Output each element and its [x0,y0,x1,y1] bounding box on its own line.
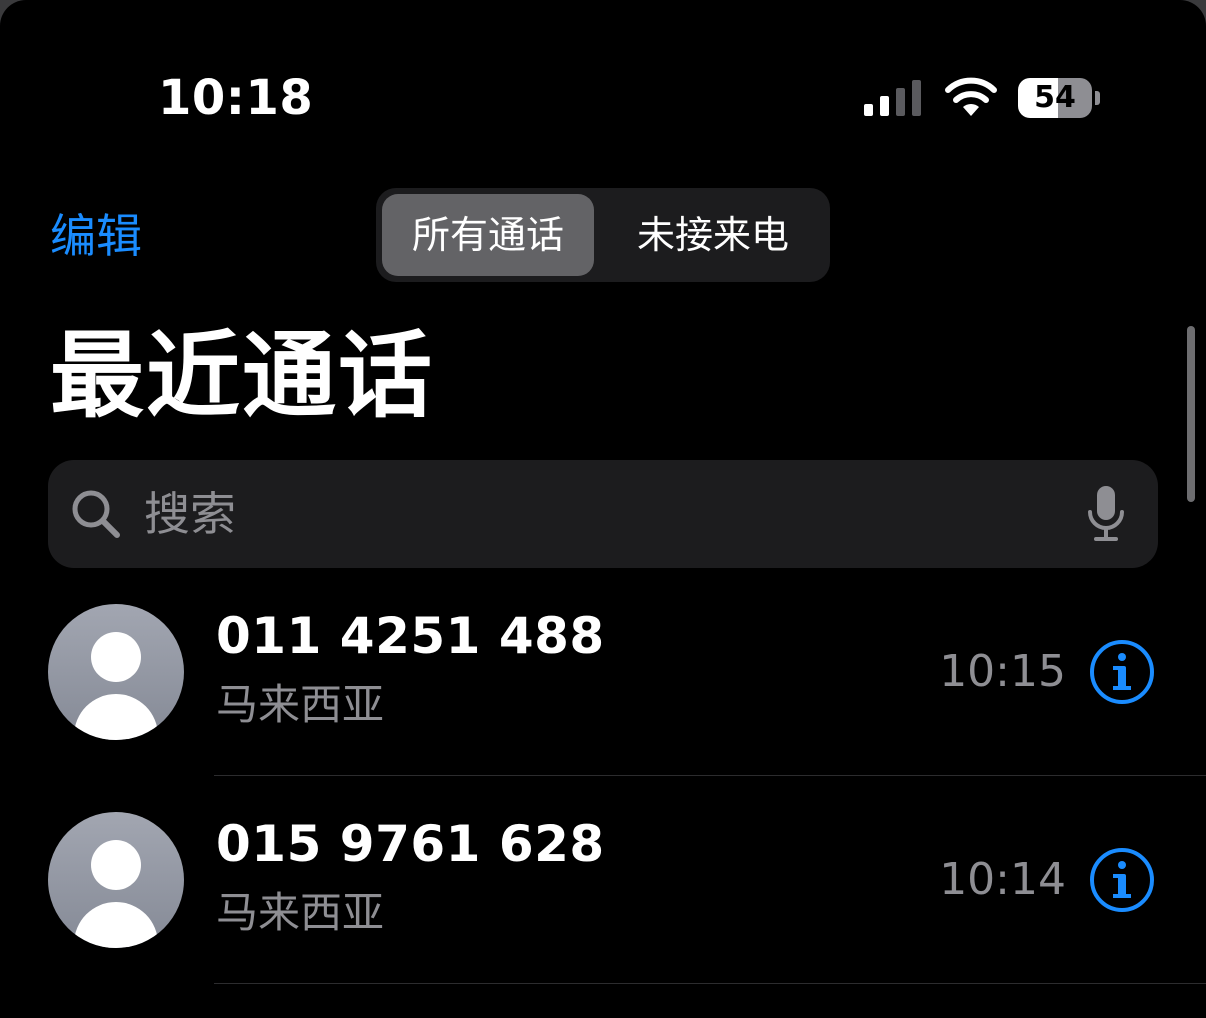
segment-missed-calls[interactable]: 未接来电 [602,194,824,276]
search-icon [72,490,120,538]
battery-level: 54 [1034,80,1076,115]
info-icon[interactable] [1088,638,1156,706]
row-divider [214,983,1206,984]
page-title: 最近通话 [50,322,435,431]
person-avatar-icon [48,604,184,740]
row-divider [214,775,1206,776]
call-time: 10:14 [939,854,1066,905]
call-location: 马来西亚 [216,680,385,729]
call-time: 10:15 [939,646,1066,697]
edit-button[interactable]: 编辑 [50,206,142,266]
scroll-indicator[interactable] [1187,326,1195,502]
avatar-body [74,902,158,948]
person-avatar-icon [48,812,184,948]
segment-all-calls[interactable]: 所有通话 [382,194,594,276]
cellular-signal-icon [864,80,921,116]
call-number: 011 4251 488 [216,607,605,665]
avatar-head [91,840,141,890]
microphone-icon[interactable] [1086,484,1126,544]
search-placeholder: 搜索 [144,487,236,541]
call-filter-segmented-control: 所有通话 未接来电 [376,188,830,282]
battery-tip [1095,91,1100,105]
status-time: 10:18 [158,70,314,126]
info-icon[interactable] [1088,846,1156,914]
wifi-icon [945,77,997,116]
search-field[interactable]: 搜索 [48,460,1158,568]
phone-screen: 10:18 54 编辑 所有通话 未接来电 最近通话 搜索 011 4251 4… [0,0,1206,1018]
avatar-body [74,694,158,740]
call-location: 马来西亚 [216,888,385,937]
battery-icon: 54 [1018,78,1102,118]
avatar-head [91,632,141,682]
call-number: 015 9761 628 [216,815,605,873]
